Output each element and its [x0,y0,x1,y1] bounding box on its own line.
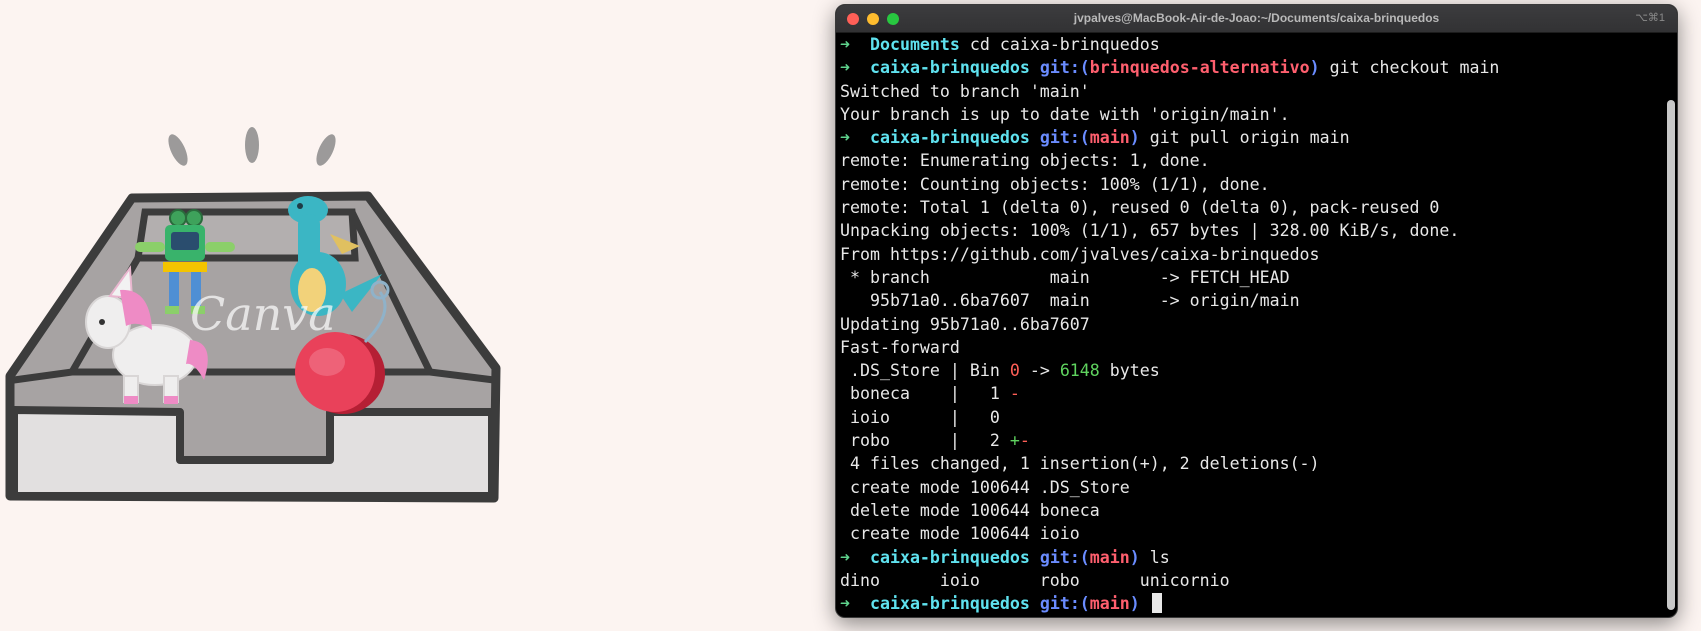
git-label: git:( [1039,58,1090,78]
output-text: remote: Counting objects: 100% (1/1), do… [840,174,1270,194]
output-text: Switched to branch 'main' [840,81,1090,101]
git-label-close: ) [1129,128,1140,148]
terminal-line: Your branch is up to date with 'origin/m… [840,103,1663,126]
output-text: Your branch is up to date with 'origin/m… [840,104,1290,124]
terminal-line: remote: Total 1 (delta 0), reused 0 (del… [840,196,1663,219]
prompt-arrow-icon: ➜ [840,547,850,567]
toy-box-drawing: Canva [5,127,501,503]
prompt-arrow-icon: ➜ [840,128,850,148]
terminal-line: Fast-forward [840,336,1663,359]
prompt-arrow-icon: ➜ [840,35,850,54]
stat-deletions: - [1009,384,1020,404]
terminal-line: From https://github.com/jvalves/caixa-br… [840,243,1663,266]
stat-new-size: 6148 [1059,361,1100,381]
command-text: git checkout main [1319,58,1500,78]
terminal-line: Updating 95b71a0..6ba7607 [840,313,1663,336]
command-text [1140,594,1150,613]
stat-prefix: robo | 2 [840,431,1010,451]
scrollbar[interactable] [1667,100,1675,610]
terminal-line: remote: Enumerating objects: 1, done. [840,149,1663,172]
stat-arrow: -> [1019,361,1060,381]
terminal-line: robo | 2 +- [840,429,1663,452]
git-branch: main [1089,128,1130,148]
terminal-titlebar[interactable]: jvpalves@MacBook-Air-de-Joao:~/Documents… [836,5,1677,33]
stat-prefix: boneca | 1 [840,384,1010,404]
command-text: ls [1139,547,1170,567]
terminal-line: ➜ caixa-brinquedos git:(main) ls [840,546,1663,569]
terminal-line: ioio | 0 [840,406,1663,429]
git-branch: main [1089,594,1130,614]
stat-old-size: 0 [1009,361,1020,381]
terminal-line: ➜ Documents cd caixa-brinquedos [840,33,1663,56]
terminal-line: boneca | 1 - [840,382,1663,405]
output-text: 4 files changed, 1 insertion(+), 2 delet… [840,454,1320,474]
output-text: create mode 100644 ioio [840,524,1080,544]
output-text: * branch main -> FETCH_HEAD [840,267,1290,287]
shake-mark-right [316,134,336,166]
output-text: From https://github.com/jvalves/caixa-br… [840,244,1320,264]
terminal-line: Switched to branch 'main' [840,80,1663,103]
git-label-close: ) [1129,594,1140,614]
shake-mark-center [245,127,259,163]
prompt-directory: caixa-brinquedos [869,547,1030,567]
stat-deletions: - [1019,431,1030,451]
stat-prefix: ioio | 0 [840,407,1000,427]
terminal-line: * branch main -> FETCH_HEAD [840,266,1663,289]
stat-prefix: .DS_Store | Bin [840,361,1010,381]
terminal-line: create mode 100644 ioio [840,522,1663,545]
output-text: Updating 95b71a0..6ba7607 [840,314,1090,334]
prompt-directory: caixa-brinquedos [869,128,1030,148]
output-text: create mode 100644 .DS_Store [840,477,1130,497]
prompt-directory: caixa-brinquedos [869,58,1030,78]
git-label: git:( [1039,547,1090,567]
output-text: remote: Total 1 (delta 0), reused 0 (del… [840,198,1440,218]
terminal-window[interactable]: jvpalves@MacBook-Air-de-Joao:~/Documents… [835,4,1678,618]
output-text: Unpacking objects: 100% (1/1), 657 bytes… [840,221,1460,241]
canva-watermark: Canva [190,287,336,341]
terminal-line: Unpacking objects: 100% (1/1), 657 bytes… [840,219,1663,242]
toy-box-illustration: Canva [0,110,510,510]
terminal-line: .DS_Store | Bin 0 -> 6148 bytes [840,359,1663,382]
command-text: cd caixa-brinquedos [959,35,1160,54]
text-cursor [1151,593,1162,614]
terminal-line: 4 files changed, 1 insertion(+), 2 delet… [840,452,1663,475]
prompt-directory: caixa-brinquedos [869,594,1030,614]
prompt-arrow-icon: ➜ [840,58,850,78]
git-label-close: ) [1129,547,1140,567]
output-text: 95b71a0..6ba7607 main -> origin/main [840,291,1300,311]
output-text: Fast-forward [840,337,960,357]
stat-suffix: bytes [1099,361,1160,381]
terminal-line: remote: Counting objects: 100% (1/1), do… [840,173,1663,196]
output-text: delete mode 100644 boneca [840,500,1100,520]
git-label: git:( [1039,128,1090,148]
terminal-line: ➜ caixa-brinquedos git:(brinquedos-alter… [840,56,1663,79]
terminal-line: 95b71a0..6ba7607 main -> origin/main [840,289,1663,312]
terminal-line: delete mode 100644 boneca [840,499,1663,522]
git-branch: main [1089,547,1130,567]
terminal-line: create mode 100644 .DS_Store [840,476,1663,499]
prompt-arrow-icon: ➜ [840,594,850,614]
stat-insertions: + [1009,431,1020,451]
prompt-directory: Documents [869,35,960,54]
output-text: remote: Enumerating objects: 1, done. [840,151,1210,171]
terminal-line: ➜ caixa-brinquedos git:(main) [840,592,1663,615]
window-title: jvpalves@MacBook-Air-de-Joao:~/Documents… [1073,11,1440,25]
git-branch: brinquedos-alternativo [1089,58,1310,78]
terminal-output[interactable]: ➜ Documents cd caixa-brinquedos ➜ caixa-b… [840,33,1663,617]
shake-mark-left [168,134,188,166]
window-shortcut-label: ⌥⌘1 [1635,12,1665,24]
output-text: dino ioio robo unicornio [840,570,1230,590]
terminal-line: dino ioio robo unicornio [840,569,1663,592]
terminal-line: ➜ caixa-brinquedos git:(main) git pull o… [840,126,1663,149]
git-label-close: ) [1309,58,1320,78]
git-label: git:( [1039,594,1090,614]
command-text: git pull origin main [1139,128,1350,148]
